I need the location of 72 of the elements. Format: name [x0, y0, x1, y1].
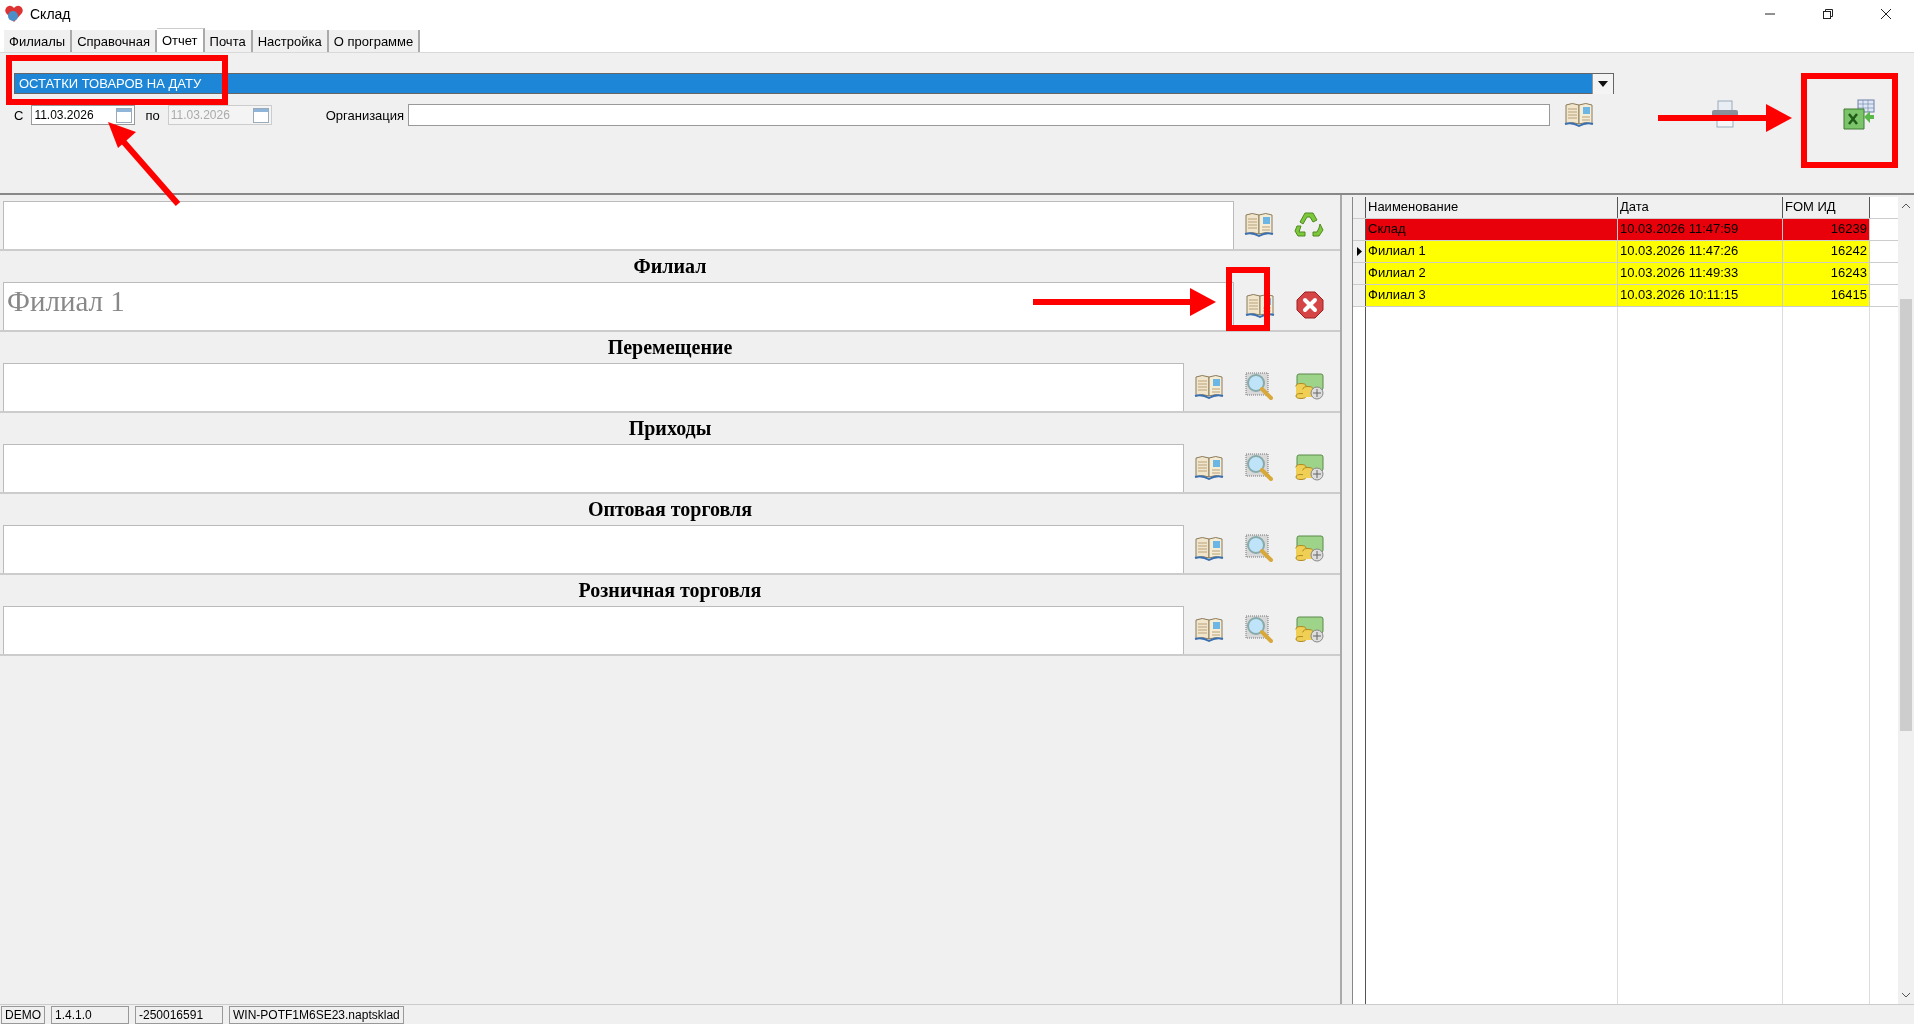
section-heading: Оптовая торговля	[586, 497, 754, 523]
filter-field[interactable]	[3, 201, 1234, 249]
organization-label: Организация	[325, 107, 405, 123]
table-cell: 10.03.2026 11:47:26	[1618, 241, 1783, 262]
money-icon[interactable]	[1293, 453, 1324, 481]
spreadsheet-export-icon[interactable]	[1842, 98, 1877, 131]
status-panel: WIN-POTF1M6SE23.naptsklad	[229, 1005, 404, 1024]
calendar-icon[interactable]	[116, 107, 133, 123]
tab[interactable]: Отчет	[157, 28, 205, 52]
report-type-dropdown[interactable]: ОСТАТКИ ТОВАРОВ НА ДАТУ	[14, 73, 1614, 94]
money-icon[interactable]	[1293, 615, 1324, 643]
book-icon[interactable]	[1194, 535, 1225, 561]
highlight-frame	[1226, 267, 1270, 331]
tab[interactable]: Справочная	[72, 30, 157, 52]
close-icon[interactable]	[1880, 8, 1892, 20]
table-cell: Филиал 2	[1366, 263, 1618, 284]
table-cell: Филиал 1	[1366, 241, 1618, 262]
section-heading: Приходы	[627, 416, 713, 442]
status-panel: -250016591	[135, 1005, 223, 1024]
document-field[interactable]	[3, 525, 1184, 573]
app-logo-icon	[4, 5, 24, 23]
date-from-label: С	[14, 107, 24, 123]
book-icon[interactable]	[1194, 616, 1225, 642]
table-cell: 10.03.2026 10:11:15	[1618, 285, 1783, 306]
section-heading: Розничная торговля	[577, 578, 763, 604]
column-header[interactable]: FOM ИД	[1783, 197, 1870, 218]
document-field[interactable]	[3, 363, 1184, 411]
document-field[interactable]	[3, 606, 1184, 654]
search-icon[interactable]	[1245, 372, 1273, 400]
current-row-icon	[1356, 247, 1362, 256]
table-cell: 16242	[1783, 241, 1870, 262]
organization-field[interactable]	[408, 104, 1551, 126]
tab[interactable]: О программе	[328, 30, 421, 52]
book-icon[interactable]	[1194, 373, 1225, 399]
branch-field[interactable]: Филиал 1	[3, 282, 1234, 330]
section-heading: Перемещение	[606, 335, 734, 361]
table-cell: 16239	[1783, 219, 1870, 240]
printer-icon[interactable]	[1710, 98, 1741, 129]
status-panel: 1.4.1.0	[51, 1005, 129, 1024]
table-cell: 10.03.2026 11:49:33	[1618, 263, 1783, 284]
date-to-label: по	[145, 107, 160, 123]
search-icon[interactable]	[1245, 615, 1273, 643]
table-cell: 16243	[1783, 263, 1870, 284]
book-icon[interactable]	[1194, 454, 1225, 480]
document-field[interactable]	[3, 444, 1184, 492]
money-icon[interactable]	[1293, 372, 1324, 400]
tab[interactable]: Почта	[204, 30, 253, 52]
window-title: Склад	[30, 6, 71, 22]
scroll-down-icon[interactable]	[1901, 992, 1911, 998]
restore-icon[interactable]	[1822, 8, 1834, 20]
column-header[interactable]: Наименование	[1366, 197, 1618, 218]
date-from-field[interactable]: 11.03.2026	[31, 105, 136, 125]
column-header[interactable]: Дата	[1618, 197, 1783, 218]
status-panel: DEMO	[1, 1005, 45, 1024]
recycle-icon[interactable]	[1294, 210, 1324, 238]
money-icon[interactable]	[1293, 534, 1324, 562]
scroll-up-icon[interactable]	[1901, 203, 1911, 209]
tab[interactable]: Филиалы	[4, 30, 73, 52]
table-cell: Склад	[1366, 219, 1618, 240]
dropdown-arrow-icon[interactable]	[1598, 80, 1608, 87]
table-cell: 10.03.2026 11:47:59	[1618, 219, 1783, 240]
table-cell: 16415	[1783, 285, 1870, 306]
section-heading: Филиал	[632, 254, 708, 279]
clear-icon[interactable]	[1295, 291, 1324, 319]
tab[interactable]: Настройка	[252, 30, 329, 52]
book-icon[interactable]	[1564, 100, 1595, 127]
table-cell: Филиал 3	[1366, 285, 1618, 306]
book-icon[interactable]	[1244, 211, 1274, 237]
search-icon[interactable]	[1245, 534, 1273, 562]
search-icon[interactable]	[1245, 453, 1273, 481]
row-indicator	[1353, 197, 1366, 218]
book-icon[interactable]	[1244, 292, 1275, 318]
